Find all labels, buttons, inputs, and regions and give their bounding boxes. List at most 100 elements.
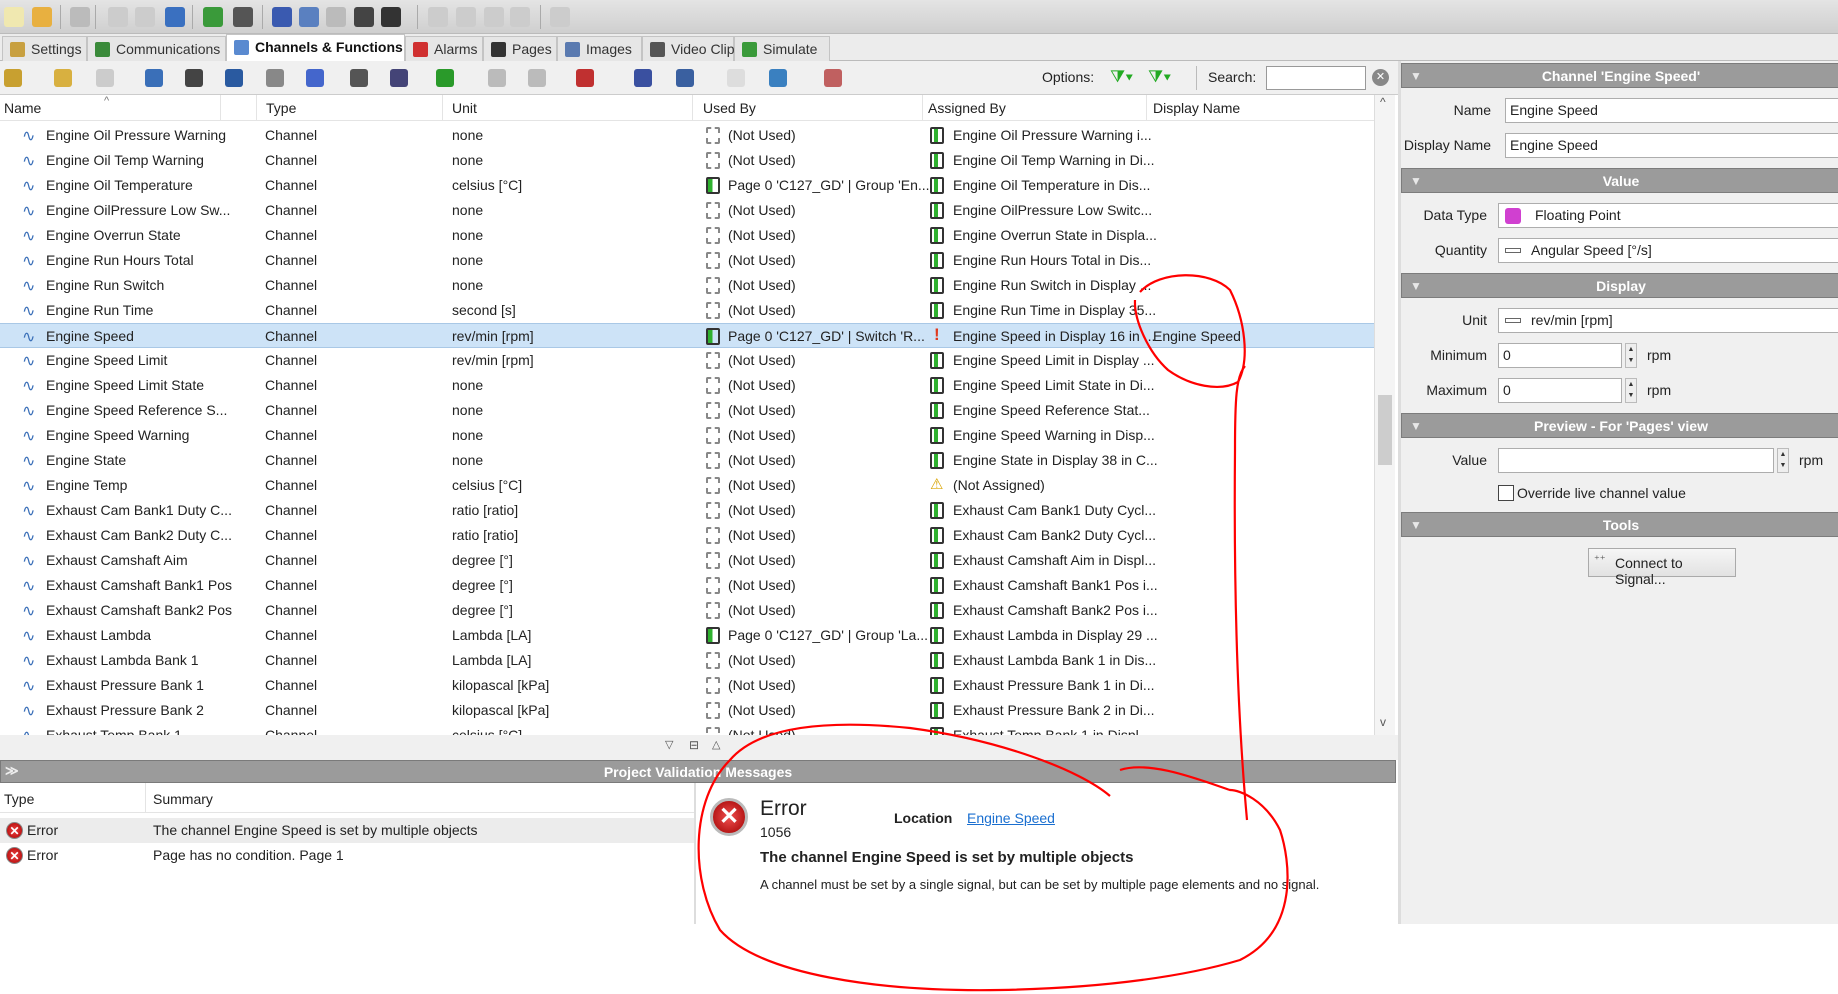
connect-to-signal-button[interactable]: ⁺⁺ Connect to Signal... xyxy=(1588,548,1736,587)
column-type[interactable]: Type xyxy=(4,791,34,807)
display-name-field[interactable]: Engine Speed xyxy=(1505,133,1838,158)
section-display[interactable]: ▼ Display xyxy=(1401,273,1838,298)
split-icon[interactable]: ⊟ xyxy=(689,738,699,752)
table-row[interactable]: ∿ Engine Speed Channel rev/min [rpm] Page 0 … xyxy=(0,323,1374,348)
counter-icon[interactable] xyxy=(185,69,203,87)
link-icon[interactable] xyxy=(488,69,506,87)
scroll-up-icon[interactable]: ^ xyxy=(1380,95,1386,109)
name-field[interactable]: Engine Speed xyxy=(1505,98,1838,123)
column-divider[interactable] xyxy=(442,95,443,121)
pulse-icon[interactable] xyxy=(306,69,324,87)
tab-channels-functions[interactable]: Channels & Functions xyxy=(226,34,405,62)
collapse-icon[interactable]: ▼ xyxy=(1410,419,1422,433)
panel-splitter[interactable]: ▽ ⊟ △ xyxy=(0,735,1398,760)
unit-select[interactable]: rev/min [rpm] xyxy=(1498,308,1838,333)
table-row[interactable]: ∿ Exhaust Lambda Bank 1 Channel Lambda [LA]… xyxy=(0,648,1374,673)
move-up-icon[interactable] xyxy=(456,7,476,27)
tab-alarms[interactable]: Alarms xyxy=(405,36,483,61)
tab-settings[interactable]: Settings xyxy=(2,36,87,61)
column-unit[interactable]: Unit xyxy=(452,100,477,116)
preview-value-field[interactable] xyxy=(1498,448,1774,473)
move-down-icon[interactable] xyxy=(484,7,504,27)
quantity-select[interactable]: Angular Speed [°/s] xyxy=(1498,238,1838,263)
table-row[interactable]: ∿ Exhaust Pressure Bank 2 Channel kilopasca… xyxy=(0,698,1374,723)
collapse-chevron-icon[interactable]: ≫ xyxy=(5,763,19,779)
deploy-icon[interactable] xyxy=(233,7,253,27)
globe-icon[interactable] xyxy=(769,69,787,87)
minimum-field[interactable]: 0 xyxy=(1498,343,1622,368)
tab-communications[interactable]: Communications xyxy=(87,36,226,61)
table-row[interactable]: ∿ Engine Oil Temp Warning Channel none (Not … xyxy=(0,148,1374,173)
table-row[interactable]: ∿ Exhaust Lambda Channel Lambda [LA] Page 0 … xyxy=(0,623,1374,648)
tab-pages[interactable]: Pages xyxy=(483,36,557,61)
collapse-icon[interactable]: ▼ xyxy=(1410,518,1422,532)
channel-icon[interactable] xyxy=(145,69,163,87)
tab-video-clips[interactable]: Video Clips xyxy=(642,36,742,61)
column-name[interactable]: Name xyxy=(4,100,41,116)
table-row[interactable]: ∿ Exhaust Camshaft Bank2 Pos Channel degree… xyxy=(0,598,1374,623)
override-checkbox[interactable] xyxy=(1498,485,1514,501)
math-icon[interactable] xyxy=(350,69,368,87)
table-row[interactable]: ∿ Engine Run Switch Channel none (Not Used) E… xyxy=(0,273,1374,298)
column-divider[interactable] xyxy=(220,95,221,121)
data-type-select[interactable]: Floating Point xyxy=(1498,203,1838,228)
section-value[interactable]: ▼ Value xyxy=(1401,168,1838,193)
maximum-field[interactable]: 0 xyxy=(1498,378,1622,403)
save-icon[interactable] xyxy=(70,7,90,27)
table-row[interactable]: ∿ Engine Speed Limit Channel rev/min [rpm] (… xyxy=(0,348,1374,373)
filter-add-icon[interactable]: ⧩▾ xyxy=(1110,67,1133,87)
section-tools[interactable]: ▼ Tools xyxy=(1401,512,1838,537)
column-divider[interactable] xyxy=(692,95,693,121)
validation-message-row[interactable]: ✕ Error The channel Engine Speed is set … xyxy=(0,818,694,843)
table-row[interactable]: ∿ Exhaust Pressure Bank 1 Channel kilopasca… xyxy=(0,673,1374,698)
table-row[interactable]: ∿ Engine Temp Channel celsius [°C] (Not Used… xyxy=(0,473,1374,498)
table-row[interactable]: ∿ Engine State Channel none (Not Used) Engine… xyxy=(0,448,1374,473)
move-bottom-icon[interactable] xyxy=(510,7,530,27)
table-row[interactable]: ∿ Exhaust Cam Bank1 Duty C... Channel ratio… xyxy=(0,498,1374,523)
table-row[interactable]: ∿ Exhaust Camshaft Aim Channel degree [°] (N… xyxy=(0,548,1374,573)
column-divider[interactable] xyxy=(256,95,257,121)
location-link[interactable]: Engine Speed xyxy=(967,810,1055,826)
table-row[interactable]: ∿ Engine Run Time Channel second [s] (Not Us… xyxy=(0,298,1374,323)
table-row[interactable]: ∿ Engine OilPressure Low Sw... Channel none… xyxy=(0,198,1374,223)
undo-icon[interactable] xyxy=(108,7,128,27)
column-display-name[interactable]: Display Name xyxy=(1153,100,1240,116)
timer-icon[interactable] xyxy=(225,69,243,87)
tab-simulate[interactable]: Simulate xyxy=(734,36,830,61)
table-row[interactable]: ∿ Exhaust Camshaft Bank1 Pos Channel degree… xyxy=(0,573,1374,598)
table-row[interactable]: ∿ Engine Speed Limit State Channel none (Not… xyxy=(0,373,1374,398)
section-preview[interactable]: ▼ Preview - For 'Pages' view xyxy=(1401,413,1838,438)
folder-icon[interactable] xyxy=(4,69,22,87)
import-icon[interactable] xyxy=(436,69,454,87)
delete-icon[interactable] xyxy=(381,7,401,27)
filter-icon[interactable] xyxy=(676,69,694,87)
redo-icon[interactable] xyxy=(135,7,155,27)
column-used-by[interactable]: Used By xyxy=(703,100,756,116)
column-divider[interactable] xyxy=(145,783,146,813)
step-icon[interactable] xyxy=(528,69,546,87)
column-summary[interactable]: Summary xyxy=(153,791,213,807)
table-row[interactable]: ∿ Engine Run Hours Total Channel none (Not U… xyxy=(0,248,1374,273)
paste-icon[interactable] xyxy=(326,7,346,27)
copy-icon[interactable] xyxy=(299,7,319,27)
collapse-icon[interactable] xyxy=(550,7,570,27)
collapse-icon[interactable]: ▼ xyxy=(1410,69,1422,83)
validate-check-icon[interactable] xyxy=(203,7,223,27)
open-folder-icon[interactable] xyxy=(32,7,52,27)
collapse-icon[interactable]: ▼ xyxy=(1410,174,1422,188)
column-divider[interactable] xyxy=(1146,95,1147,121)
scroll-down-icon[interactable]: v xyxy=(1380,715,1386,729)
table-row[interactable]: ∿ Exhaust Temp Bank 1 Channel celsius [°C] (… xyxy=(0,723,1374,735)
table-row[interactable]: ∿ Engine Oil Pressure Warning Channel none (… xyxy=(0,123,1374,148)
move-top-icon[interactable] xyxy=(428,7,448,27)
flag-icon[interactable] xyxy=(266,69,284,87)
table-row[interactable]: ∿ Engine Speed Reference S... Channel none (… xyxy=(0,398,1374,423)
preview-value-spinner[interactable]: ▲ ▼ xyxy=(1777,448,1789,473)
collapse-down-icon[interactable]: ▽ xyxy=(665,738,673,751)
ungroup-icon[interactable] xyxy=(96,69,114,87)
override-label[interactable]: Override live channel value xyxy=(1517,485,1686,501)
table-row[interactable]: ∿ Engine Overrun State Channel none (Not Use… xyxy=(0,223,1374,248)
refresh-icon[interactable] xyxy=(165,7,185,27)
transmit-icon[interactable] xyxy=(576,69,594,87)
maximum-spinner[interactable]: ▲ ▼ xyxy=(1625,378,1637,403)
